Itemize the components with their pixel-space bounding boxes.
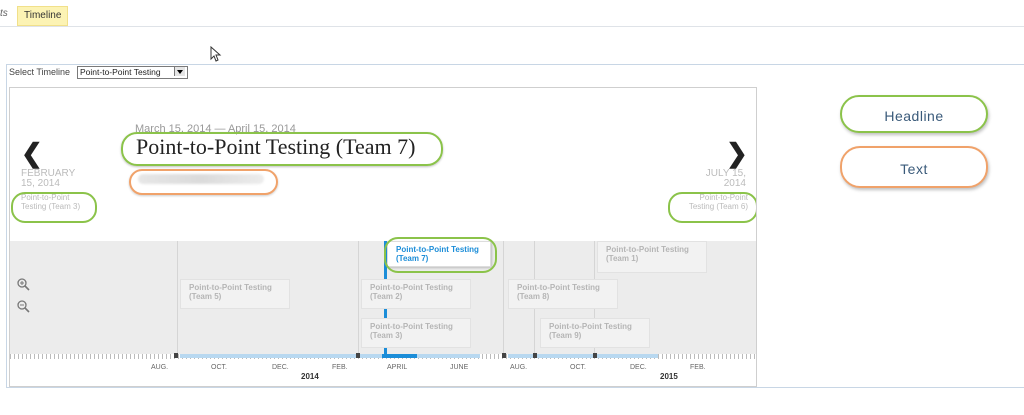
timeline-marker[interactable]: Point-to-Point Testing (Team 8) [508,279,618,309]
month-label: OCT. [211,364,227,371]
legend-text: Text [840,146,988,188]
next-arrow-icon[interactable]: ❯ [726,138,748,169]
timeline-marker[interactable]: Point-to-Point Testing (Team 5) [180,279,290,309]
month-label: OCT. [570,364,586,371]
ruler-marker [356,353,360,358]
previous-arrow-icon[interactable]: ❮ [21,138,43,169]
prev-slide-date[interactable]: FEBRUARY 15, 2014 [21,169,91,189]
ruler-marker [174,353,178,358]
year-label: 2015 [660,372,678,381]
timeline-marker[interactable]: Point-to-Point Testing (Team 2) [361,279,471,309]
slide-text-blurred [138,174,264,184]
timeline-marker[interactable]: Point-to-Point Testing (Team 9) [540,318,650,348]
ruler-marker [502,353,506,358]
active-marker-highlight [384,237,497,273]
select-timeline-label: Select Timeline [9,67,71,77]
ruler-marker [533,353,537,358]
zoom-out-icon[interactable] [17,300,30,316]
year-label: 2014 [301,372,319,381]
next-slide-date[interactable]: JULY 15, 2014 [700,169,746,189]
month-label: AUG. [151,364,169,371]
ruler-marker [593,353,597,358]
month-label: APRIL [387,364,408,371]
mouse-pointer-icon [210,46,222,62]
slide-headline: Point-to-Point Testing (Team 7) [136,134,416,159]
timeline-marker[interactable]: Point-to-Point Testing (Team 3) [361,318,471,348]
era-divider [503,241,504,354]
ruler-current-range [382,354,417,358]
month-label: FEB. [332,364,348,371]
timeline-widget: ❮ ❯ March 15, 2014 — April 15, 2014 Poin… [9,87,757,387]
zoom-in-icon[interactable] [17,278,30,294]
era-divider [358,241,359,354]
ruler-range [508,354,658,358]
era-divider [177,241,178,354]
timeline-marker[interactable]: Point-to-Point Testing (Team 1) [597,241,707,273]
tab-previous[interactable]: ts [0,8,8,19]
month-label: AUG. [510,364,528,371]
ruler-range [180,354,480,358]
prev-headline-highlight [11,192,97,223]
select-timeline-dropdown[interactable]: Point-to-Point Testing [77,66,188,79]
tab-timeline[interactable]: Timeline [17,6,69,26]
next-headline-highlight [668,192,756,223]
month-label: DEC. [630,364,647,371]
legend-headline: Headline [840,95,988,133]
month-label: JUNE [450,364,469,371]
dropdown-arrow-icon[interactable] [174,67,185,76]
month-label: FEB. [690,364,706,371]
month-label: DEC. [272,364,289,371]
tab-bar [0,0,1024,27]
